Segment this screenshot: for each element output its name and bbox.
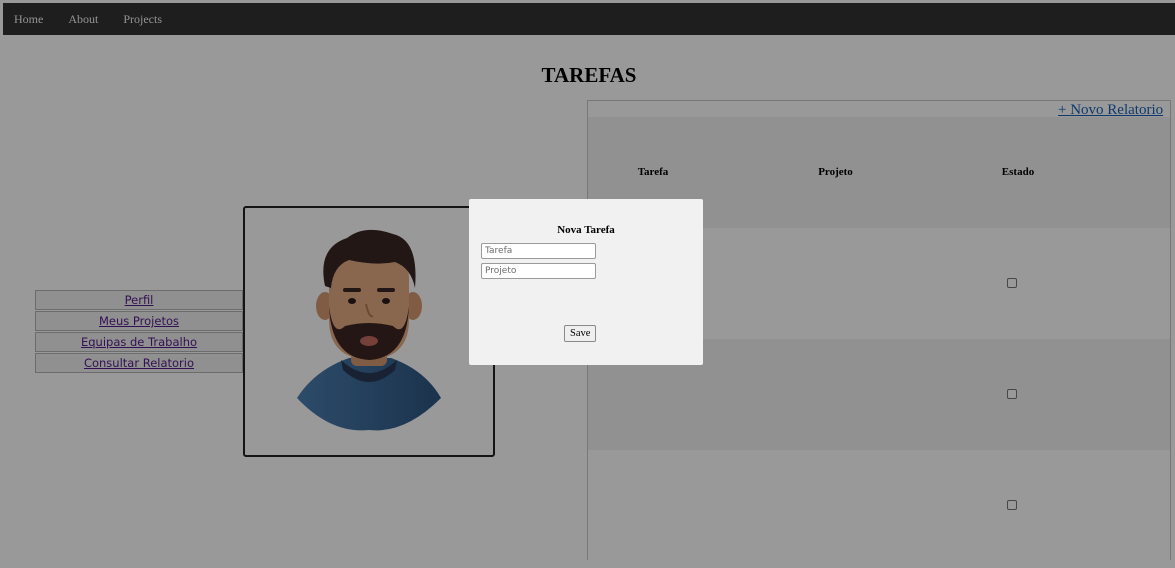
- save-button[interactable]: Save: [564, 325, 597, 342]
- new-task-modal: Nova Tarefa Save: [469, 199, 703, 365]
- modal-title: Nova Tarefa: [557, 224, 615, 236]
- projeto-input[interactable]: [481, 263, 596, 279]
- tarefa-input[interactable]: [481, 243, 596, 259]
